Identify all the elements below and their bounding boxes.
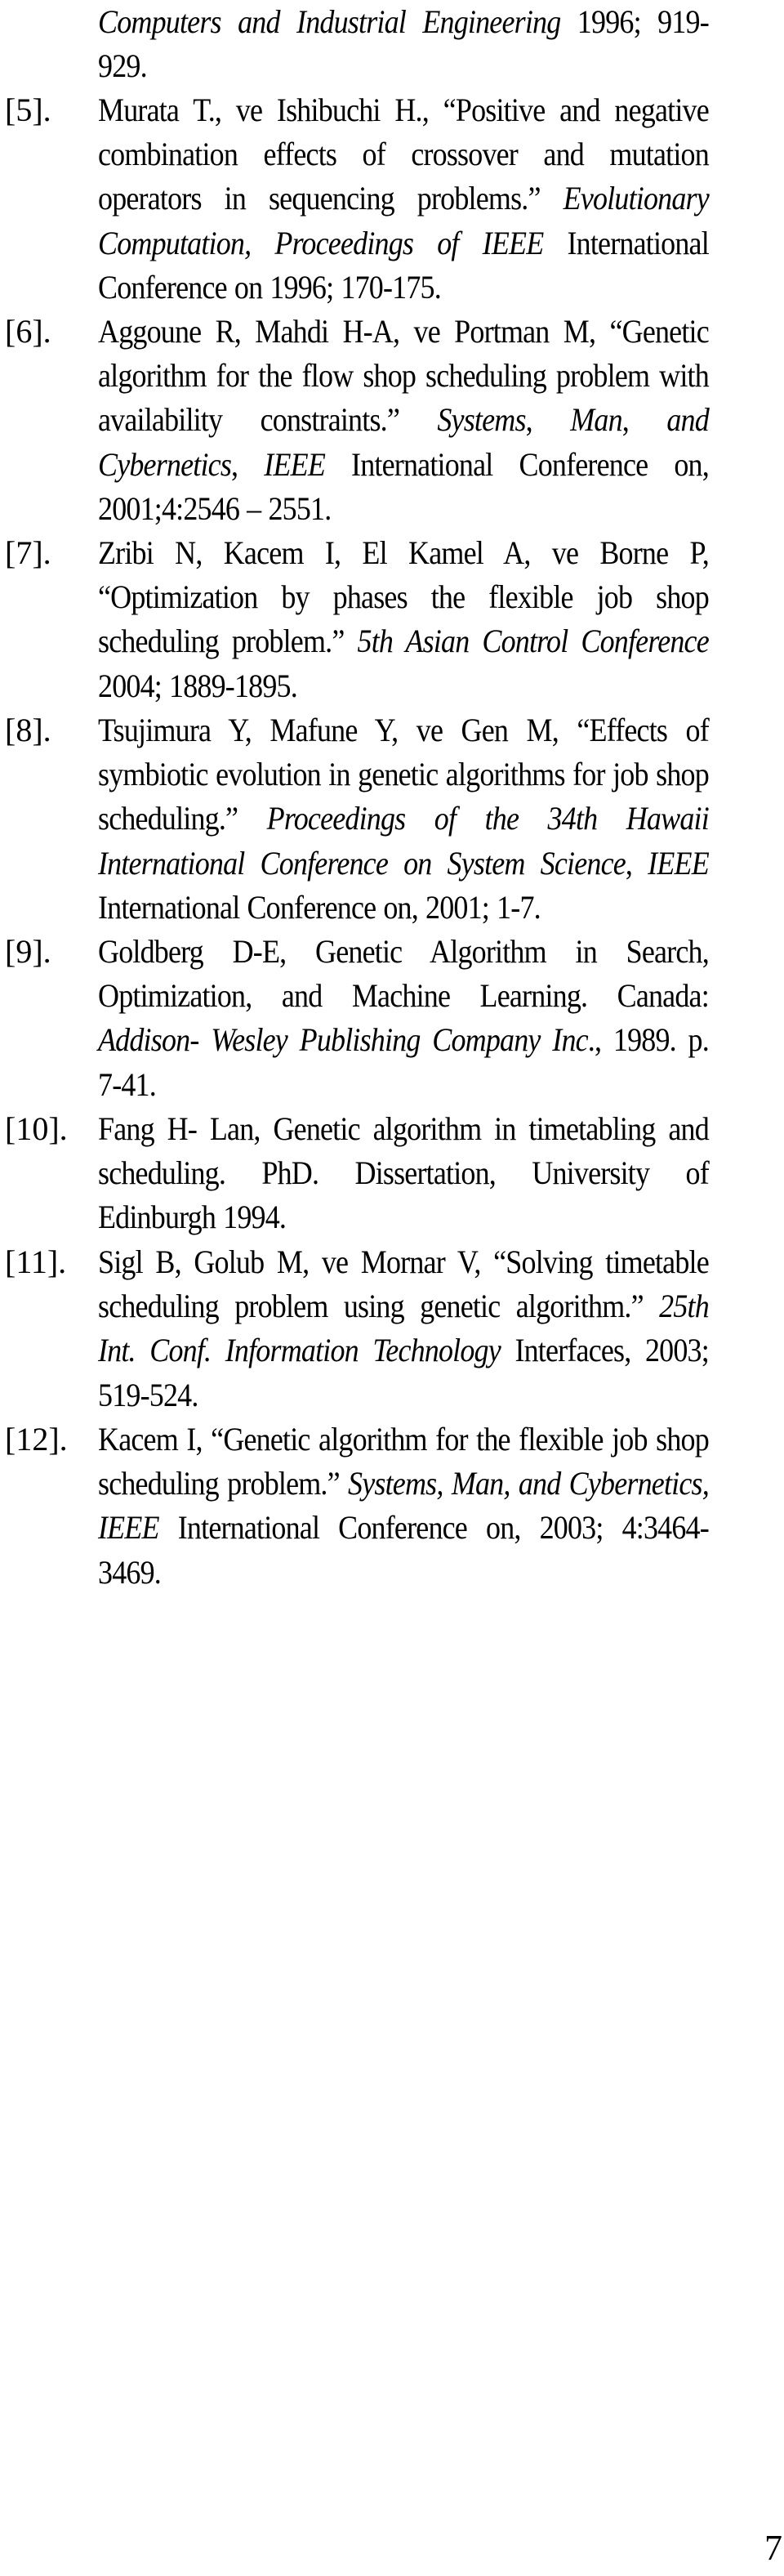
reference-number: [11]. xyxy=(5,1243,67,1280)
reference-number: [10]. xyxy=(5,1110,68,1147)
reference-number: [8]. xyxy=(5,712,51,748)
reference-entry: [9]. Goldberg D-E, Genetic Algorithm in S… xyxy=(0,930,710,1107)
reference-entry: [7]. Zribi N, Kacem I, El Kamel A, ve Bor… xyxy=(0,531,710,708)
page-number: 7 xyxy=(764,2528,782,2568)
reference-source-italic: IEEE xyxy=(648,844,710,882)
reference-text-segment: , xyxy=(231,445,265,483)
reference-entry: Computers and Industrial Engineering 199… xyxy=(0,0,710,88)
reference-source-italic: Man xyxy=(570,401,622,439)
reference-text-segment: International Conference on, 2003; 4:346… xyxy=(98,1509,710,1591)
reference-text-segment: 2004; 1889-1895. xyxy=(98,667,298,704)
reference-text-segment: International Conference on, 2001; 1-7. xyxy=(98,888,541,926)
reference-source-italic: Computers and Industrial Engineering xyxy=(98,3,561,40)
reference-text: Tsujimura Y, Mafune Y, ve Gen M, “Effect… xyxy=(98,708,710,930)
reference-source-italic: Systems xyxy=(437,401,526,439)
reference-text: Zribi N, Kacem I, El Kamel A, ve Borne P… xyxy=(98,531,710,708)
reference-number: [12]. xyxy=(5,1421,68,1458)
reference-source-italic: 5th Asian Control Conference xyxy=(357,623,710,660)
reference-text-segment: Goldberg D-E, Genetic Algorithm in Searc… xyxy=(98,933,710,1015)
reference-text: Kacem I, “Genetic algorithm for the flex… xyxy=(98,1417,710,1595)
reference-text-segment: , xyxy=(525,401,571,439)
reference-entry: [12]. Kacem I, “Genetic algorithm for the… xyxy=(0,1417,710,1595)
reference-list: Computers and Industrial Engineering 199… xyxy=(0,0,784,1595)
reference-text-segment: Fang H- Lan, Genetic algorithm in timeta… xyxy=(98,1110,710,1236)
reference-number: [5]. xyxy=(5,92,51,128)
reference-number: [7]. xyxy=(5,534,51,571)
reference-text-segment: , xyxy=(621,401,667,439)
reference-text: Goldberg D-E, Genetic Algorithm in Searc… xyxy=(98,930,710,1107)
reference-source-italic: Addison- Wesley Publishing Company Inc xyxy=(98,1021,589,1059)
reference-text-segment: Sigl B, Golub M, ve Mornar V, “Solving t… xyxy=(98,1243,710,1325)
reference-entry: [11]. Sigl B, Golub M, ve Mornar V, “Solv… xyxy=(0,1240,710,1417)
reference-number: [9]. xyxy=(5,933,51,970)
reference-text: Computers and Industrial Engineering 199… xyxy=(98,0,710,88)
reference-entry: [5]. Murata T., ve Ishibuchi H., “Positiv… xyxy=(0,88,710,310)
reference-text: Murata T., ve Ishibuchi H., “Positive an… xyxy=(98,88,710,310)
reference-number: [6]. xyxy=(5,313,51,350)
reference-text-segment: , xyxy=(625,844,648,882)
reference-text: Aggoune R, Mahdi H-A, ve Portman M, “Gen… xyxy=(98,310,710,531)
reference-source-italic: IEEE xyxy=(264,445,326,483)
reference-entry: [10]. Fang H- Lan, Genetic algorithm in t… xyxy=(0,1107,710,1240)
reference-text: Sigl B, Golub M, ve Mornar V, “Solving t… xyxy=(98,1240,710,1417)
reference-entry: [8]. Tsujimura Y, Mafune Y, ve Gen M, “Ef… xyxy=(0,708,710,930)
reference-text: Fang H- Lan, Genetic algorithm in timeta… xyxy=(98,1107,710,1240)
reference-entry: [6]. Aggoune R, Mahdi H-A, ve Portman M, … xyxy=(0,310,710,531)
